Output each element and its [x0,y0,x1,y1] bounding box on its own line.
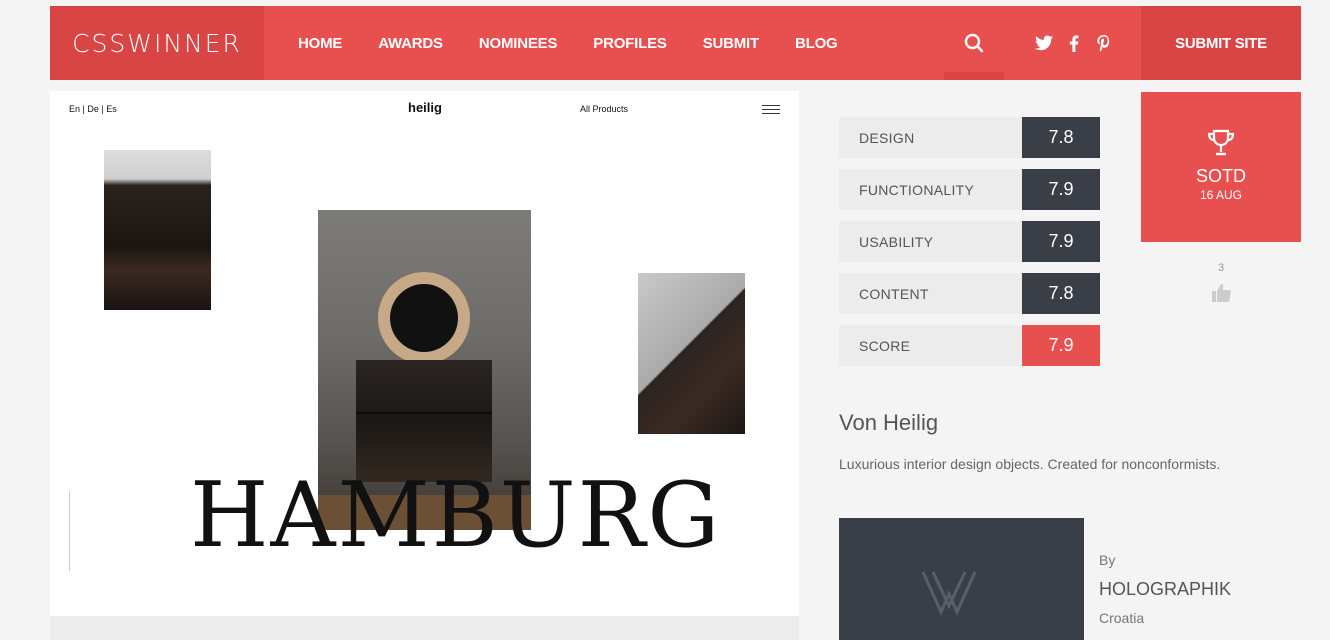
trophy-icon [1207,129,1235,156]
site-logo[interactable]: CSSWINNER [50,6,264,80]
search-active-indicator [944,72,1004,80]
nav-awards[interactable]: AWARDS [378,35,443,52]
preview-products-link: All Products [580,104,629,114]
preview-photo-left [104,150,211,310]
score-label: FUNCTIONALITY [839,169,1022,210]
nav-blog[interactable]: BLOG [795,35,838,52]
nav-submit[interactable]: SUBMIT [703,35,759,52]
logo-text: CSSWINNER [72,28,242,58]
score-row-total: SCORE 7.9 [839,325,1100,366]
preview-footer-strip [50,616,799,640]
score-row-functionality: FUNCTIONALITY 7.9 [839,169,1100,210]
thumbs-up-icon[interactable] [1210,282,1232,304]
pinterest-icon[interactable] [1095,34,1113,52]
sotd-title: SOTD [1195,166,1246,186]
nav-profiles[interactable]: PROFILES [593,35,667,52]
score-row-usability: USABILITY 7.9 [839,221,1100,262]
preview-language-switch: En | De | Es [69,104,117,114]
sotd-badge: SOTD 16 AUG [1141,92,1301,242]
score-label: DESIGN [839,117,1022,158]
submit-site-button[interactable]: SUBMIT SITE [1141,6,1301,80]
twitter-icon[interactable] [1035,34,1053,52]
score-label: CONTENT [839,273,1022,314]
sotd-date: 16 AUG [1199,188,1243,202]
site-description: Luxurious interior design objects. Creat… [839,456,1221,472]
score-label: USABILITY [839,221,1022,262]
score-value: 7.8 [1022,273,1100,314]
main-nav: HOME AWARDS NOMINEES PROFILES SUBMIT BLO… [298,6,874,80]
score-label: SCORE [839,325,1022,366]
site-preview[interactable]: En | De | Es heilig All Products HAMBURG [50,91,799,616]
holographik-logo-icon [921,571,977,616]
score-row-content: CONTENT 7.8 [839,273,1100,314]
nav-home[interactable]: HOME [298,35,342,52]
preview-divider [69,491,70,571]
mirror-image [378,272,470,364]
score-value: 7.9 [1022,169,1100,210]
preview-headline: HAMBURG [190,463,722,568]
search-button[interactable] [944,6,1004,80]
author-name[interactable]: HOLOGRAPHIK [1099,579,1231,600]
preview-brand-logo: heilig [408,100,442,115]
preview-photo-right [638,273,745,434]
author-by-label: By [1099,552,1116,568]
score-value: 7.9 [1022,221,1100,262]
site-title: Von Heilig [839,410,939,435]
author-country: Croatia [1099,610,1145,626]
like-count: 3 [1217,262,1225,274]
facebook-icon[interactable] [1065,34,1083,52]
search-icon [964,33,984,53]
score-total-value: 7.9 [1022,325,1100,366]
top-navigation-bar: CSSWINNER HOME AWARDS NOMINEES PROFILES … [50,6,1301,80]
author-avatar[interactable] [839,518,1084,640]
hamburger-menu-icon [762,105,780,115]
score-row-design: DESIGN 7.8 [839,117,1100,158]
nav-nominees[interactable]: NOMINEES [479,35,558,52]
social-links [1035,6,1113,80]
score-value: 7.8 [1022,117,1100,158]
